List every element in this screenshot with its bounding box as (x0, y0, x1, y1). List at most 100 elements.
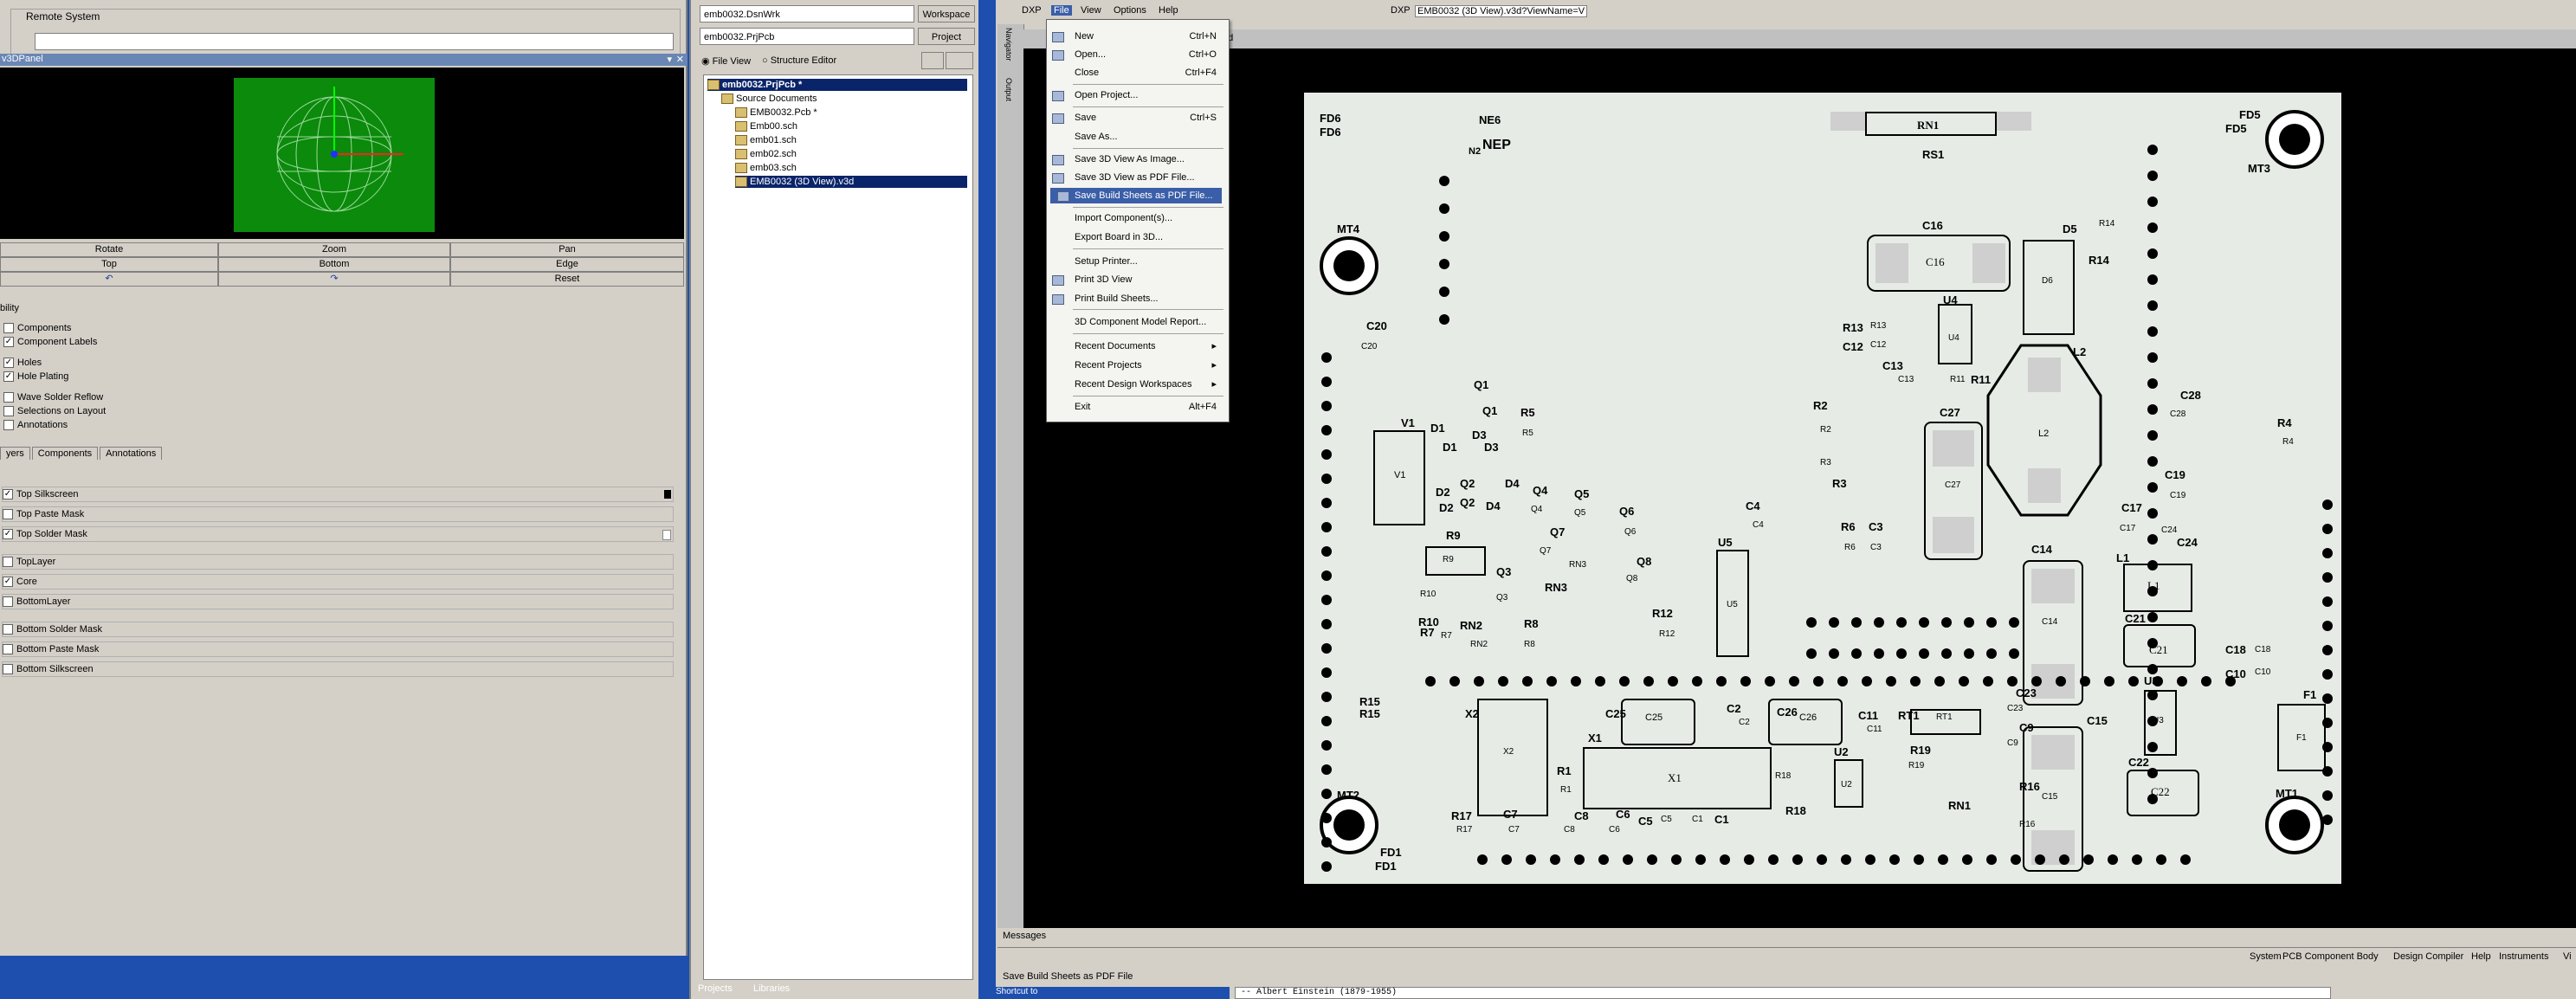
workspace-combo[interactable]: emb0032.DsnWrk (700, 5, 914, 23)
reset-view-button[interactable]: Reset (450, 272, 684, 287)
status-design-compiler[interactable]: Design Compiler (2393, 951, 2463, 962)
layer-row[interactable]: ✓ Top Solder Mask (2, 526, 674, 542)
menu-item-save-image[interactable]: Save 3D View As Image... (1052, 151, 1223, 167)
vis-holes[interactable]: ✓ Holes (3, 358, 42, 369)
vis-selections[interactable]: Selections on Layout (3, 406, 106, 417)
menu-item-recent-documents[interactable]: Recent Documents ▸ (1075, 338, 1223, 354)
status-help[interactable]: Help (2471, 951, 2491, 962)
remote-system-input[interactable] (35, 33, 674, 50)
tree-file-selected[interactable]: EMB0032 (3D View).v3d (735, 176, 967, 188)
tree-file[interactable]: emb03.sch (735, 162, 797, 174)
pcb-label: R16 (2019, 820, 2036, 829)
pcb-board[interactable]: FD6 FD6 NE6 N2 NEP RS1 RN1 FD5 FD5 MT3 M… (1304, 93, 2341, 920)
menu-item-save[interactable]: Save Ctrl+S (1052, 110, 1223, 126)
layer-row[interactable]: BottomLayer (2, 594, 674, 609)
workspace-button[interactable]: Workspace (918, 5, 975, 23)
pan-button[interactable]: Pan (450, 242, 684, 257)
bottom-tab-libraries[interactable]: Libraries (753, 983, 790, 994)
tab-annotations[interactable]: Annotations (100, 447, 163, 460)
vis-component-labels[interactable]: ✓ Component Labels (3, 337, 97, 348)
menu-item-close[interactable]: Close Ctrl+F4 (1075, 65, 1223, 81)
tree-project[interactable]: emb0032.PrjPcb * (707, 79, 967, 91)
top-view-button[interactable]: Top (0, 257, 218, 272)
via-hole (2011, 854, 2021, 865)
menu-item-new[interactable]: New Ctrl+N (1052, 29, 1223, 44)
tab-layers[interactable]: yers (0, 447, 30, 460)
via-hole (2322, 572, 2333, 583)
tab-components[interactable]: Components (31, 447, 99, 460)
menu-dxp[interactable]: DXP (1022, 5, 1042, 16)
edge-view-button[interactable]: Edge (450, 257, 684, 272)
bottom-tab-projects[interactable]: Projects (698, 983, 733, 994)
toolbar-dxp[interactable]: DXP (1391, 5, 1411, 16)
messages-tab[interactable]: Messages (997, 928, 2576, 944)
via-hole (1321, 546, 1332, 557)
tree-folder[interactable]: Source Documents (721, 93, 817, 105)
tree-file[interactable]: EMB0032.Pcb * (735, 106, 817, 119)
tree-file[interactable]: Emb00.sch (735, 120, 797, 132)
tree-file[interactable]: emb02.sch (735, 148, 797, 160)
project-combo[interactable]: emb0032.PrjPcb (700, 28, 914, 45)
layer-row[interactable]: Bottom Paste Mask (2, 641, 674, 657)
menu-view[interactable]: View (1081, 5, 1101, 16)
menu-options[interactable]: Options (1114, 5, 1146, 16)
menu-item-open-project[interactable]: Open Project... (1052, 87, 1223, 103)
menu-item-model-report[interactable]: 3D Component Model Report... (1075, 314, 1223, 330)
document-options-icon[interactable] (946, 52, 973, 69)
vis-hole-plating[interactable]: ✓ Hole Plating (3, 371, 68, 383)
menu-item-setup-printer[interactable]: Setup Printer... (1075, 254, 1223, 269)
menu-item-recent-workspaces[interactable]: Recent Design Workspaces ▸ (1075, 377, 1223, 392)
menu-item-exit[interactable]: Exit Alt+F4 (1075, 399, 1223, 415)
vis-components[interactable]: Components (3, 323, 71, 334)
vis-annotations[interactable]: Annotations (3, 420, 68, 431)
file-view-radio[interactable]: ◉ File View (701, 55, 751, 67)
layer-row[interactable]: Bottom Solder Mask (2, 622, 674, 637)
pcb-label: R1 (1560, 785, 1572, 795)
status-more[interactable]: Vi (2563, 951, 2572, 962)
layer-color-swatch[interactable] (662, 530, 671, 540)
side-tab-output[interactable]: Output (1004, 78, 1013, 101)
menu-item-save-build-sheets[interactable]: Save Build Sheets as PDF File... (1050, 188, 1222, 203)
pin-icon[interactable]: ▾ (667, 54, 672, 65)
structure-editor-radio[interactable]: ○ Structure Editor (762, 55, 836, 66)
layer-row[interactable]: Bottom Silkscreen (2, 661, 674, 677)
menu-file[interactable]: File (1051, 5, 1072, 16)
project-options-icon[interactable] (921, 52, 944, 69)
toolbar-document-combo[interactable]: EMB0032 (3D View).v3d?ViewName=V (1415, 5, 1588, 17)
layer-color-swatch[interactable] (664, 490, 671, 499)
menu-item-print-3d[interactable]: Print 3D View (1052, 272, 1223, 287)
project-button[interactable]: Project (918, 28, 975, 45)
undo-view-button[interactable]: ↶ (0, 272, 218, 287)
menu-item-print-build-sheets[interactable]: Print Build Sheets... (1052, 291, 1223, 306)
layer-row[interactable]: TopLayer (2, 554, 674, 570)
menu-item-save-pdf[interactable]: Save 3D View as PDF File... (1052, 170, 1223, 185)
bottom-view-button[interactable]: Bottom (218, 257, 450, 272)
layer-row[interactable]: ✓ Core (2, 574, 674, 590)
menu-help[interactable]: Help (1159, 5, 1178, 16)
redo-view-button[interactable]: ↷ (218, 272, 450, 287)
pcb-label: U3 (2153, 716, 2164, 725)
menu-item-export-board[interactable]: Export Board in 3D... (1075, 229, 1223, 245)
tree-file[interactable]: emb01.sch (735, 134, 797, 146)
pcb-label: Q5 (1574, 508, 1586, 518)
via-hole (1439, 287, 1449, 297)
side-tab-navigator[interactable]: Navigator (1004, 28, 1013, 61)
taskbar-shortcut[interactable]: Shortcut to (996, 987, 1230, 999)
zoom-button[interactable]: Zoom (218, 242, 450, 257)
status-pcb-body[interactable]: PCB Component Body (2282, 951, 2379, 962)
via-hole (1865, 854, 1876, 865)
printer-icon (1052, 294, 1064, 305)
menu-item-open[interactable]: Open... Ctrl+O (1052, 47, 1223, 62)
status-instruments[interactable]: Instruments (2499, 951, 2548, 962)
menu-item-import-components[interactable]: Import Component(s)... (1075, 210, 1223, 226)
menu-item-recent-projects[interactable]: Recent Projects ▸ (1075, 358, 1223, 373)
close-icon[interactable]: ✕ (676, 54, 684, 65)
pcb-label: R8 (1524, 617, 1539, 630)
layer-row[interactable]: ✓ Top Silkscreen (2, 487, 674, 502)
menu-item-save-as[interactable]: Save As... (1075, 129, 1223, 145)
vis-wave-solder[interactable]: Wave Solder Reflow (3, 392, 103, 403)
rotate-button[interactable]: Rotate (0, 242, 218, 257)
orientation-globe[interactable] (234, 78, 435, 232)
status-system[interactable]: System (2250, 951, 2282, 962)
layer-row[interactable]: Top Paste Mask (2, 506, 674, 522)
